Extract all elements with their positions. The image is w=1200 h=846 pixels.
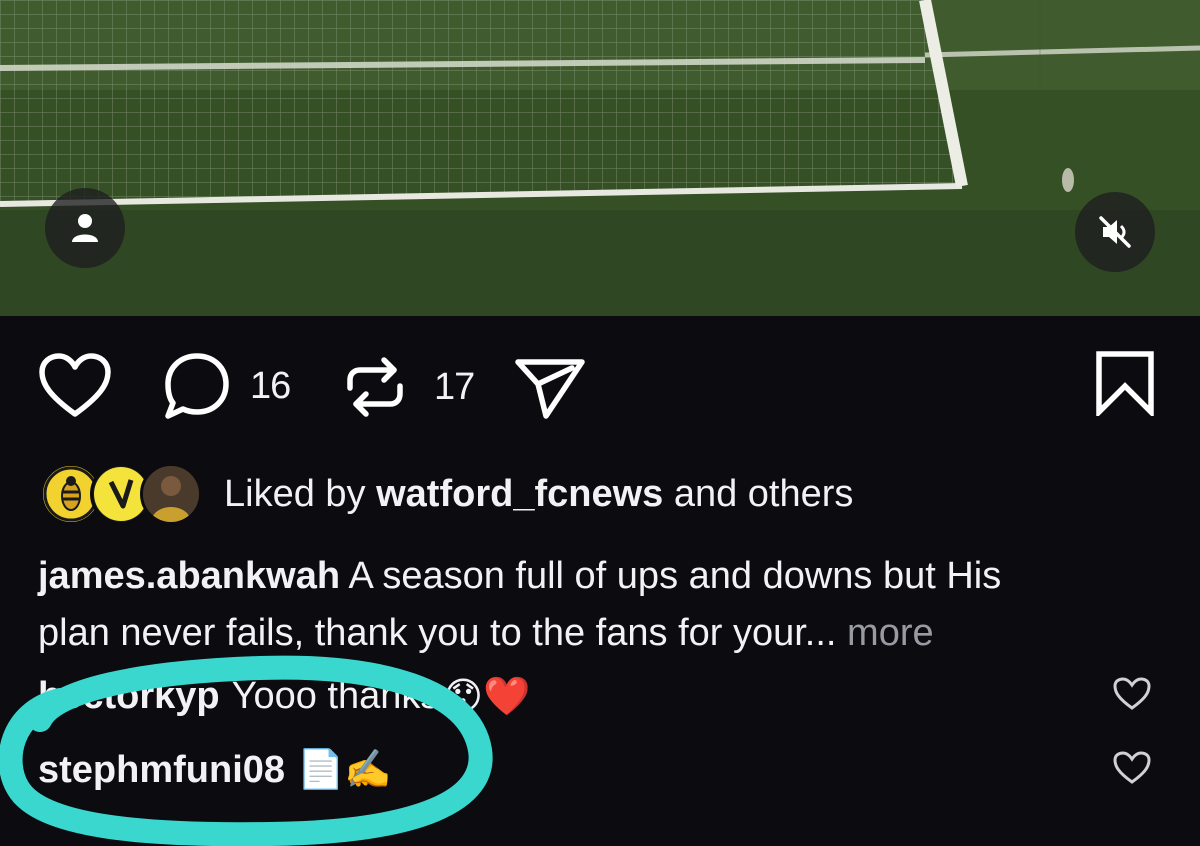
liked-by-username[interactable]: watford_fcnews [376,473,663,515]
more-link[interactable]: more [847,612,934,654]
person-photo-icon [143,466,199,522]
speech-bubble-icon [165,353,229,419]
comment-count: 16 [250,364,291,407]
comment-row[interactable]: stephmfuni08 📄✍️ [38,748,392,792]
heart-outline-icon [39,353,111,417]
post-caption: james.abankwah A season full of ups and … [38,548,1178,662]
liked-by-row[interactable]: Liked by watford_fcnews and others [40,462,853,526]
liked-by-prefix: Liked by [224,472,366,515]
repost-button[interactable]: 17 [342,350,475,424]
comment-like-icon[interactable] [1112,676,1152,712]
like-button[interactable] [38,352,112,422]
comment-emoji: 😯❤️ [443,676,531,718]
comment-username[interactable]: stephmfuni08 [38,749,285,792]
comment-emoji: 📄✍️ [297,749,392,791]
paper-plane-icon [515,359,585,419]
video-player[interactable] [0,0,1200,316]
mute-button[interactable] [1075,192,1155,272]
comment-button[interactable]: 16 [162,350,291,422]
share-button[interactable] [512,354,588,422]
save-button[interactable] [1094,350,1156,416]
caption-text: plan never fails, thank you to the fans … [38,612,805,654]
caption-ellipsis: ... [804,612,837,654]
repost-arrows-icon [347,357,403,417]
caption-username[interactable]: james.abankwah [38,555,340,597]
repost-count: 17 [434,365,475,408]
profile-button[interactable] [45,188,125,268]
comment-like-icon[interactable] [1112,750,1152,786]
liked-by-suffix: and others [673,472,854,515]
comment-row[interactable]: hectorkyp Yooo thanks 😯❤️ [38,674,530,719]
speaker-muted-icon [1099,216,1131,248]
bookmark-icon [1096,351,1154,416]
person-icon [72,214,98,242]
avatar [140,463,202,525]
video-frame [0,0,1200,316]
comment-text: Yooo thanks [231,675,440,717]
post-action-bar: 16 17 [0,340,1200,440]
comment-username[interactable]: hectorkyp [38,675,220,718]
liked-by-text: Liked by watford_fcnews and others [224,473,853,516]
caption-text: A season full of ups and downs but His [348,555,1002,597]
